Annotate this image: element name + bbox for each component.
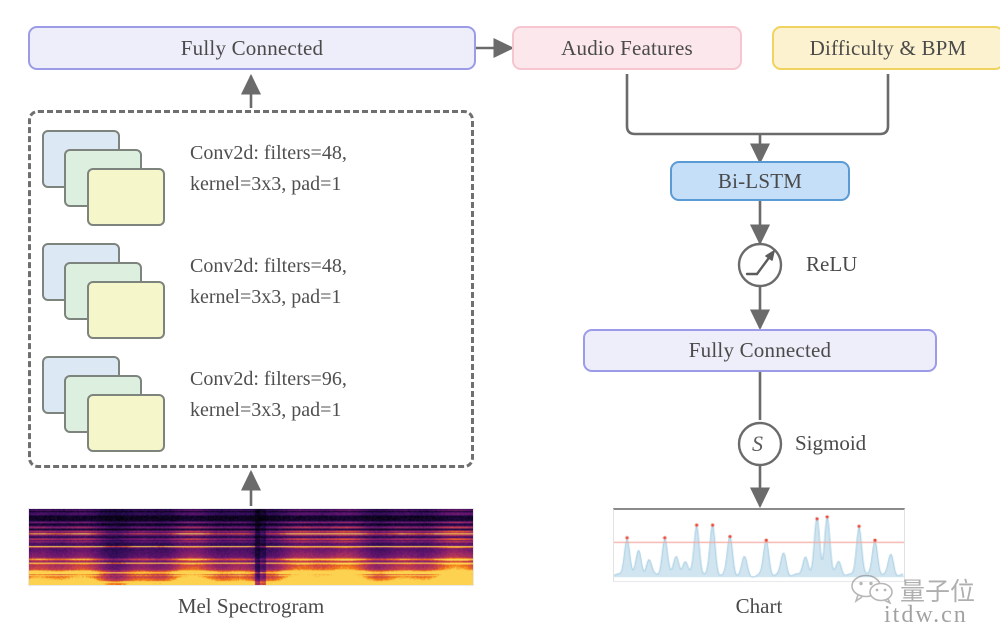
difficulty-bpm-box[interactable]: Difficulty & BPM	[772, 26, 1000, 70]
audio-features-box[interactable]: Audio Features	[512, 26, 742, 70]
fully-connected-label-left: Fully Connected	[180, 35, 324, 60]
connector-difficulty-to-merge	[760, 74, 890, 136]
conv-card-yellow	[87, 281, 165, 339]
conv-block-2-label: Conv2d: filters=48, kernel=3x3, pad=1	[190, 255, 347, 308]
relu-label: ReLU	[806, 252, 858, 276]
watermark: 量子位 itdw.cn	[848, 570, 1000, 632]
conv-card-stack-2	[42, 243, 170, 339]
sigmoid-glyph: S	[752, 431, 763, 456]
relu-curve-icon	[745, 253, 773, 276]
conv-card-stack-3	[42, 356, 170, 452]
sigmoid-label: Sigmoid	[795, 431, 867, 455]
connector-audio-features-to-merge	[625, 74, 760, 136]
conv-block-3: Conv2d: filters=96, kernel=3x3, pad=1	[42, 356, 442, 452]
conv-block-1: Conv2d: filters=48, kernel=3x3, pad=1	[42, 130, 442, 226]
conv-card-yellow	[87, 394, 165, 452]
architecture-diagram: Fully Connected Conv2d: filters=48, kern…	[0, 0, 1000, 634]
fully-connected-box-right[interactable]: Fully Connected	[583, 329, 937, 372]
bilstm-label: Bi-LSTM	[717, 168, 803, 193]
relu-node	[737, 242, 783, 288]
conv-block-1-label: Conv2d: filters=48, kernel=3x3, pad=1	[190, 142, 347, 195]
fully-connected-box-left[interactable]: Fully Connected	[28, 26, 476, 70]
bilstm-box[interactable]: Bi-LSTM	[670, 161, 850, 201]
conv-card-yellow	[87, 168, 165, 226]
watermark-url: itdw.cn	[884, 602, 968, 628]
conv-block-3-label: Conv2d: filters=96, kernel=3x3, pad=1	[190, 368, 347, 421]
difficulty-bpm-label: Difficulty & BPM	[809, 35, 967, 60]
mel-spectrogram-image	[28, 508, 474, 586]
fully-connected-label-right: Fully Connected	[688, 338, 832, 362]
mel-spectrogram-caption: Mel Spectrogram	[177, 594, 325, 618]
relu-arrowhead-icon	[765, 250, 775, 261]
conv-block-2: Conv2d: filters=48, kernel=3x3, pad=1	[42, 243, 442, 339]
conv-card-stack-1	[42, 130, 170, 226]
audio-features-label: Audio Features	[561, 35, 693, 60]
wechat-icon	[851, 574, 893, 604]
